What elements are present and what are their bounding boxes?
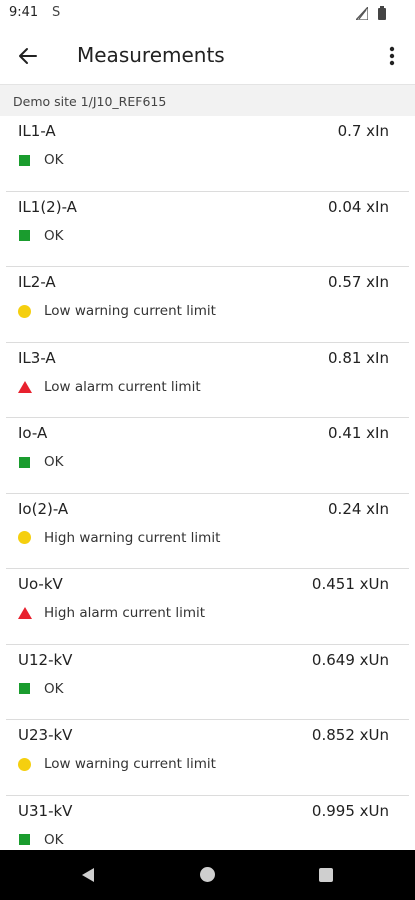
measurement-value: 0.451 xUn [311,575,389,593]
status-text: High alarm current limit [44,605,206,621]
measurement-row[interactable]: U23-kV 0.852 xUn Low warning current lim… [6,720,409,796]
more-options-button[interactable] [376,40,408,72]
measurement-row[interactable]: IL1(2)-A 0.04 xIn OK [6,192,409,267]
alarm-triangle-icon [18,380,32,393]
nav-recents-icon[interactable] [319,868,333,882]
measurement-value: 0.24 xIn [328,499,389,518]
measurement-name: Uo-kV [18,575,63,593]
ok-square-icon [19,834,30,845]
measurement-name: IL1(2)-A [18,197,77,216]
status-text: Low warning current limit [44,756,216,772]
measurement-name: U31-kV [18,801,73,820]
measurement-row[interactable]: IL1-A 0.7 xIn OK [6,116,409,192]
measurement-name: U12-kV [18,650,73,669]
status-text: OK [44,831,64,848]
measurement-list: IL1-A 0.7 xIn OK IL1(2)-A 0.04 xIn OK IL… [0,116,415,850]
measurement-value: 0.04 xIn [328,197,389,216]
ok-square-icon [19,683,30,694]
measurement-value: 0.41 xIn [328,424,389,442]
measurement-name: IL1-A [18,122,56,140]
measurement-row[interactable]: Io(2)-A 0.24 xIn High warning current li… [6,494,409,569]
more-vertical-icon [389,46,395,66]
ok-square-icon [19,230,30,241]
measurement-status: High alarm current limit [18,605,205,621]
measurement-status: OK [18,228,63,244]
measurement-name: U23-kV [18,726,73,744]
page-title: Measurements [77,43,225,67]
warning-circle-icon [18,757,31,771]
measurement-status: High warning current limit [18,530,220,546]
measurement-status: OK [18,454,63,470]
status-text: OK [44,454,64,470]
alarm-triangle-icon [18,607,32,619]
battery-icon [378,6,386,20]
measurement-name: Io-A [18,424,48,442]
status-time: 9:41 [9,5,39,20]
navigation-bar [0,850,415,900]
nav-home-icon[interactable] [200,867,215,882]
measurement-status: OK [18,681,63,697]
measurement-row[interactable]: U31-kV 0.995 xUn OK [6,796,409,851]
signal-icon [356,7,368,20]
measurement-status: Low warning current limit [18,303,216,319]
status-text: Low warning current limit [44,303,216,319]
measurement-value: 0.7 xIn [337,122,389,140]
warning-circle-icon [18,304,31,318]
measurement-row[interactable]: Io-A 0.41 xIn OK [6,418,409,494]
breadcrumb: Demo site 1/J10_REF615 [13,94,167,109]
status-text: High warning current limit [44,529,221,546]
measurement-name: Io(2)-A [18,499,69,518]
measurement-value: 0.649 xUn [311,650,389,669]
app-bar: Measurements [0,28,415,85]
measurement-status: OK [18,152,63,168]
status-text: Low alarm current limit [44,378,201,395]
measurement-row[interactable]: IL3-A 0.81 xIn Low alarm current limit [6,343,409,418]
sim-icon: S [52,5,61,20]
warning-circle-icon [18,531,31,544]
arrow-left-icon [19,48,37,64]
measurement-value: 0.81 xIn [328,348,389,367]
measurement-name: IL2-A [18,273,56,291]
status-bar: 9:41 S [0,0,415,28]
measurement-row[interactable]: Uo-kV 0.451 xUn High alarm current limit [6,569,409,645]
measurement-status: OK [18,832,63,848]
measurement-status: Low warning current limit [18,756,216,772]
measurement-name: IL3-A [18,348,56,367]
measurement-value: 0.852 xUn [311,726,389,744]
measurement-row[interactable]: U12-kV 0.649 xUn OK [6,645,409,720]
status-text: OK [44,680,64,697]
measurement-status: Low alarm current limit [18,379,201,395]
measurement-row[interactable]: IL2-A 0.57 xIn Low warning current limit [6,267,409,343]
measurement-value: 0.995 xUn [311,801,389,820]
status-text: OK [44,227,64,244]
status-text: OK [44,152,64,168]
ok-square-icon [19,456,30,468]
ok-square-icon [19,154,30,166]
back-button[interactable] [12,40,44,72]
measurement-value: 0.57 xIn [328,273,389,291]
nav-back-icon[interactable] [80,867,96,883]
